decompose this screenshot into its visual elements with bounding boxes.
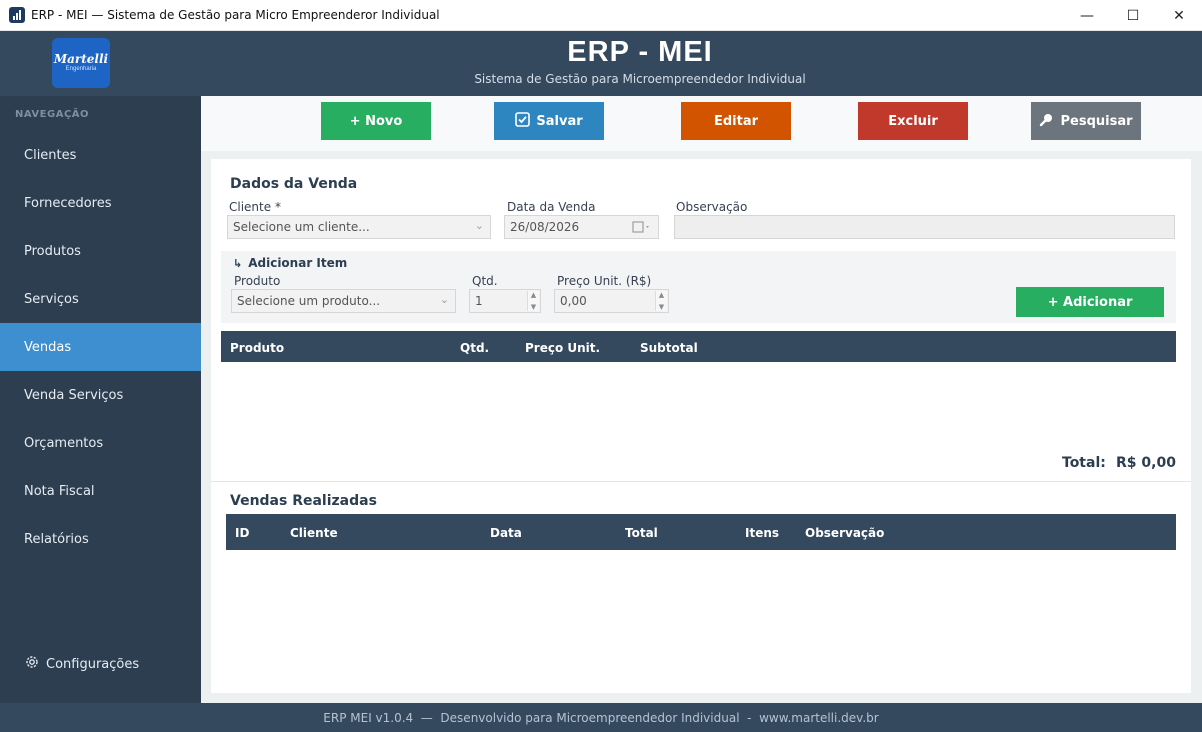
- return-arrow-icon: ↳: [233, 256, 243, 270]
- observacao-label: Observação: [676, 200, 748, 214]
- sidebar-item-servicos[interactable]: Serviços: [0, 275, 201, 323]
- col-preco-unit: Preço Unit.: [525, 341, 601, 355]
- vendas-table-header: ID Cliente Data Total Itens Observação: [226, 514, 1176, 550]
- app-header: Martelli Engenharia ERP - MEI Sistema de…: [0, 31, 1202, 96]
- add-item-header: ↳ Adicionar Item: [233, 256, 347, 270]
- main-content: + Novo Salvar Editar Excluir Pesquisar D…: [201, 96, 1202, 703]
- cliente-select[interactable]: Selecione um cliente... ⌄: [227, 215, 491, 239]
- excluir-label: Excluir: [888, 113, 938, 129]
- pesquisar-button[interactable]: Pesquisar: [1031, 102, 1141, 140]
- qtd-label: Qtd.: [472, 274, 498, 288]
- col-cliente: Cliente: [290, 526, 338, 540]
- vendas-realizadas-title: Vendas Realizadas: [230, 493, 377, 509]
- produto-select[interactable]: Selecione um produto... ⌄: [231, 289, 456, 313]
- sidebar-item-nota-fiscal[interactable]: Nota Fiscal: [0, 467, 201, 515]
- salvar-button[interactable]: Salvar: [494, 102, 604, 140]
- data-venda-field[interactable]: 26/08/2026: [504, 215, 659, 239]
- adicionar-button[interactable]: + Adicionar: [1016, 287, 1164, 317]
- sidebar-item-clientes[interactable]: Clientes: [0, 131, 201, 179]
- col-observacao: Observação: [805, 526, 885, 540]
- preco-value: 0,00: [560, 294, 587, 308]
- minimize-button[interactable]: —: [1064, 0, 1110, 31]
- cliente-value: Selecione um cliente...: [233, 220, 370, 234]
- adicionar-label: + Adicionar: [1047, 294, 1133, 310]
- total-value: R$ 0,00: [1116, 455, 1176, 471]
- pesquisar-label: Pesquisar: [1060, 113, 1133, 129]
- col-itens: Itens: [745, 526, 780, 540]
- toolbar: + Novo Salvar Editar Excluir Pesquisar: [201, 96, 1202, 151]
- sidebar-item-fornecedores[interactable]: Fornecedores: [0, 179, 201, 227]
- col-id: ID: [235, 526, 250, 540]
- preco-label: Preço Unit. (R$): [557, 274, 652, 288]
- items-table-header: Produto Qtd. Preço Unit. Subtotal: [221, 331, 1176, 362]
- add-item-title: Adicionar Item: [248, 256, 348, 270]
- company-logo: Martelli Engenharia: [52, 38, 110, 88]
- footer-text: ERP MEI v1.0.4 — Desenvolvido para Micro…: [323, 710, 879, 725]
- sidebar-item-configuracoes[interactable]: Configurações: [24, 654, 139, 674]
- spin-up-icon[interactable]: ▲: [659, 291, 664, 299]
- cliente-label: Cliente *: [229, 200, 281, 214]
- salvar-label: Salvar: [536, 113, 583, 129]
- configuracoes-label: Configurações: [46, 656, 140, 672]
- maximize-button[interactable]: ☐: [1110, 0, 1156, 31]
- app-title: ERP - MEI: [567, 36, 713, 68]
- sidebar-item-vendas[interactable]: Vendas: [0, 323, 201, 371]
- app-icon: [9, 7, 25, 23]
- close-button[interactable]: ✕: [1156, 0, 1202, 31]
- sidebar: NAVEGAÇÃO Clientes Fornecedores Produtos…: [0, 96, 201, 703]
- editar-button[interactable]: Editar: [681, 102, 791, 140]
- qtd-stepper[interactable]: 1 ▲ ▼: [469, 289, 541, 313]
- dados-venda-title: Dados da Venda: [230, 176, 358, 192]
- produto-value: Selecione um produto...: [237, 294, 381, 308]
- data-venda-value: 26/08/2026: [510, 220, 580, 234]
- section-divider: [211, 481, 1191, 482]
- gear-icon: [24, 654, 40, 674]
- preco-stepper[interactable]: 0,00 ▲ ▼: [554, 289, 669, 313]
- total-label: Total:: [1062, 455, 1106, 471]
- search-icon: [1039, 112, 1054, 131]
- app-subtitle: Sistema de Gestão para Microempreendedor…: [474, 72, 806, 86]
- sales-panel: Dados da Venda Cliente * Selecione um cl…: [211, 159, 1191, 693]
- editar-label: Editar: [713, 113, 759, 129]
- save-check-icon: [515, 111, 531, 131]
- sidebar-item-venda-servicos[interactable]: Venda Serviços: [0, 371, 201, 419]
- qtd-value: 1: [475, 294, 483, 308]
- chevron-down-icon: ⌄: [439, 293, 449, 306]
- sidebar-item-orcamentos[interactable]: Orçamentos: [0, 419, 201, 467]
- data-venda-label: Data da Venda: [507, 200, 596, 214]
- items-table-body: [221, 362, 1176, 447]
- spin-up-icon[interactable]: ▲: [531, 291, 536, 299]
- sidebar-item-produtos[interactable]: Produtos: [0, 227, 201, 275]
- logo-tagline: Engenharia: [65, 66, 97, 72]
- sidebar-item-relatorios[interactable]: Relatórios: [0, 515, 201, 563]
- col-data: Data: [490, 526, 522, 540]
- produto-label: Produto: [234, 274, 281, 288]
- window-title-bar: ERP - MEI — Sistema de Gestão para Micro…: [0, 0, 1202, 31]
- col-qtd: Qtd.: [460, 341, 490, 355]
- col-total: Total: [625, 526, 658, 540]
- window-title: ERP - MEI — Sistema de Gestão para Micro…: [31, 8, 440, 22]
- nav-heading: NAVEGAÇÃO: [15, 109, 90, 120]
- excluir-button[interactable]: Excluir: [858, 102, 968, 140]
- calendar-icon[interactable]: [632, 220, 652, 237]
- novo-button[interactable]: + Novo: [321, 102, 431, 140]
- chevron-down-icon: ⌄: [474, 219, 484, 232]
- status-footer: ERP MEI v1.0.4 — Desenvolvido para Micro…: [0, 703, 1202, 732]
- logo-name: Martelli: [53, 52, 109, 66]
- novo-label: + Novo: [349, 113, 403, 129]
- vendas-table-body: [226, 550, 1176, 685]
- spin-down-icon[interactable]: ▼: [531, 303, 536, 311]
- col-produto: Produto: [230, 341, 285, 355]
- col-subtotal: Subtotal: [640, 341, 698, 355]
- observacao-field[interactable]: [674, 215, 1175, 239]
- spin-down-icon[interactable]: ▼: [659, 303, 664, 311]
